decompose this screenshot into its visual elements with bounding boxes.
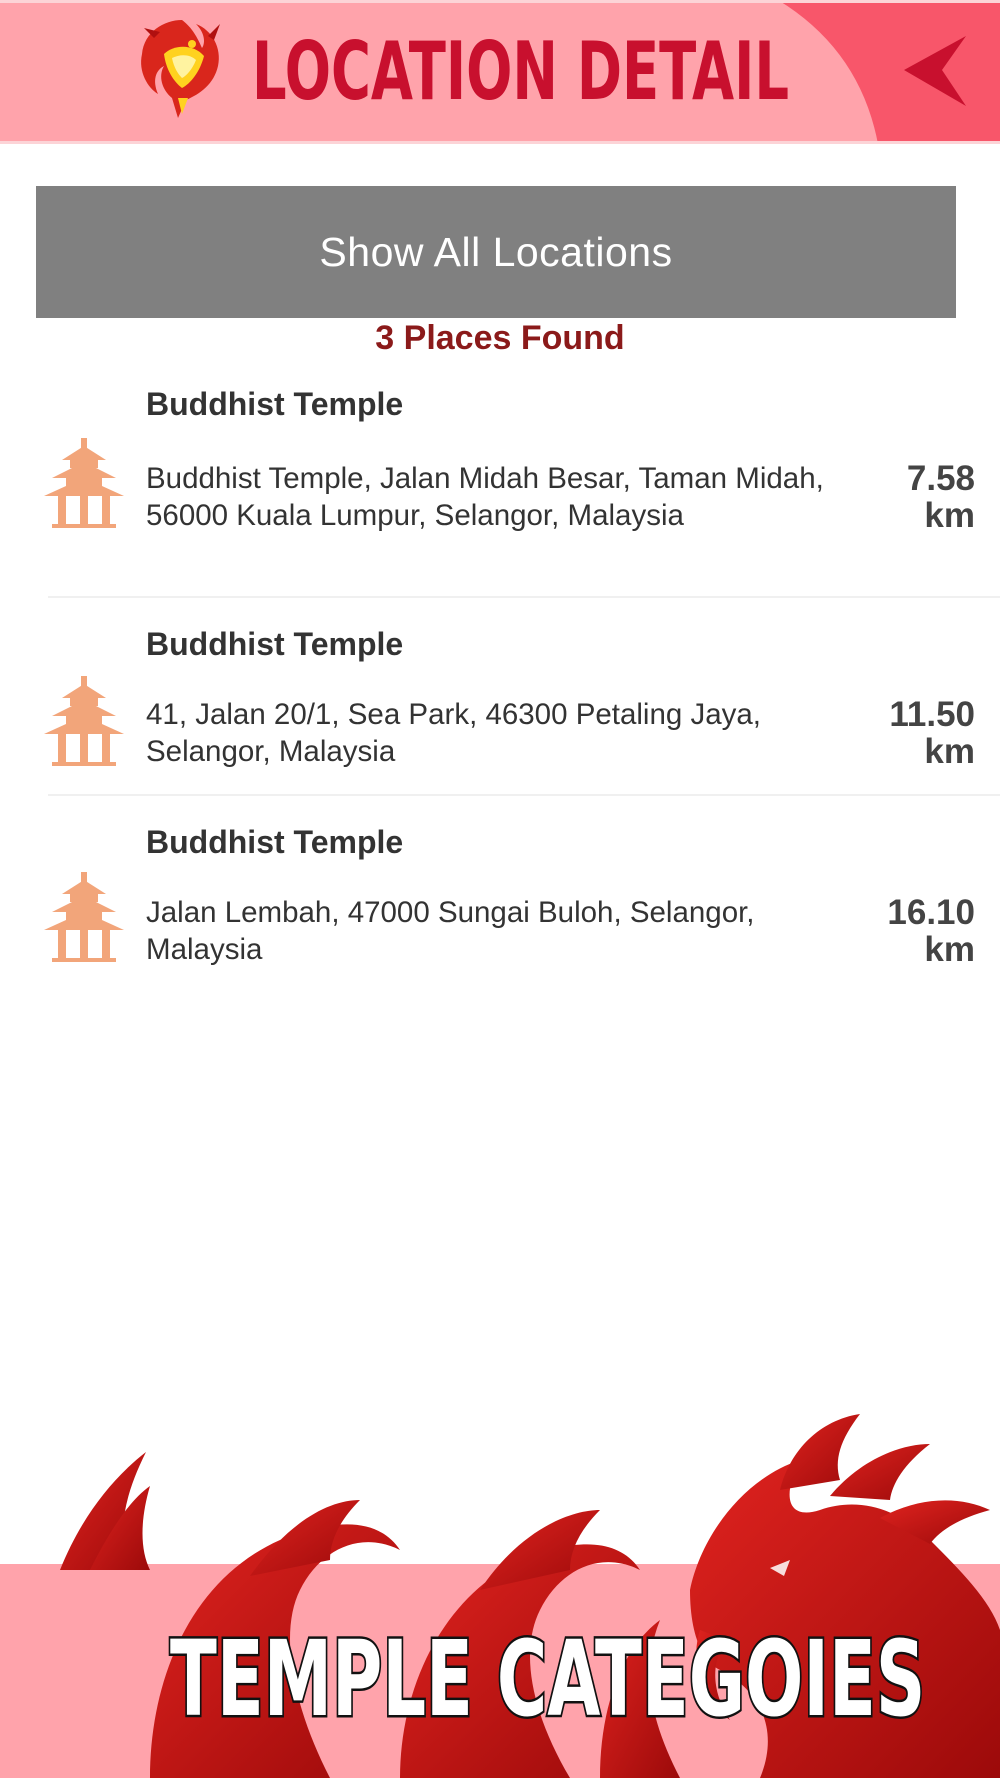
location-distance: 16.10 km (835, 894, 975, 968)
results-count: 3 Places Found (375, 319, 625, 357)
dragon-logo-icon (141, 20, 220, 118)
pagoda-icon (44, 872, 124, 962)
location-address: Jalan Lembah, 47000 Sungai Buloh, Selang… (146, 896, 755, 966)
footer-banner: TEMPLE CATEGOIES (0, 1400, 1000, 1778)
location-distance: 11.50 km (835, 696, 975, 770)
pagoda-icon (44, 438, 124, 528)
back-arrow-icon (904, 36, 966, 106)
distance-value: 16.10 (887, 893, 975, 932)
distance-value: 11.50 (889, 695, 975, 734)
distance-unit: km (924, 496, 975, 535)
location-address: 41, Jalan 20/1, Sea Park, 46300 Petaling… (146, 698, 762, 768)
header-top-border (0, 0, 1000, 3)
location-name: Buddhist Temple (146, 386, 404, 422)
distance-unit: km (924, 732, 975, 771)
location-item[interactable]: Buddhist Temple Jalan Lembah, 47000 Sung… (0, 796, 1000, 996)
footer-caption: TEMPLE CATEGOIES (168, 1616, 927, 1743)
location-name: Buddhist Temple (146, 824, 404, 860)
location-item[interactable]: Buddhist Temple 41, Jalan 20/1, Sea Park… (0, 598, 1000, 796)
app-header: LOCATION DETAIL (0, 0, 1000, 144)
back-button[interactable] (880, 20, 990, 124)
location-address: Buddhist Temple, Jalan Midah Besar, Tama… (146, 462, 824, 532)
location-name: Buddhist Temple (146, 626, 404, 662)
location-distance: 7.58 km (835, 460, 975, 534)
location-item[interactable]: Buddhist Temple Buddhist Temple, Jalan M… (0, 380, 1000, 598)
header-bottom-border (0, 141, 1000, 144)
page-title: LOCATION DETAIL (252, 25, 790, 118)
pagoda-icon (44, 676, 124, 766)
distance-value: 7.58 (906, 459, 975, 498)
distance-unit: km (924, 930, 975, 969)
show-all-locations-button[interactable]: Show All Locations (36, 186, 956, 318)
